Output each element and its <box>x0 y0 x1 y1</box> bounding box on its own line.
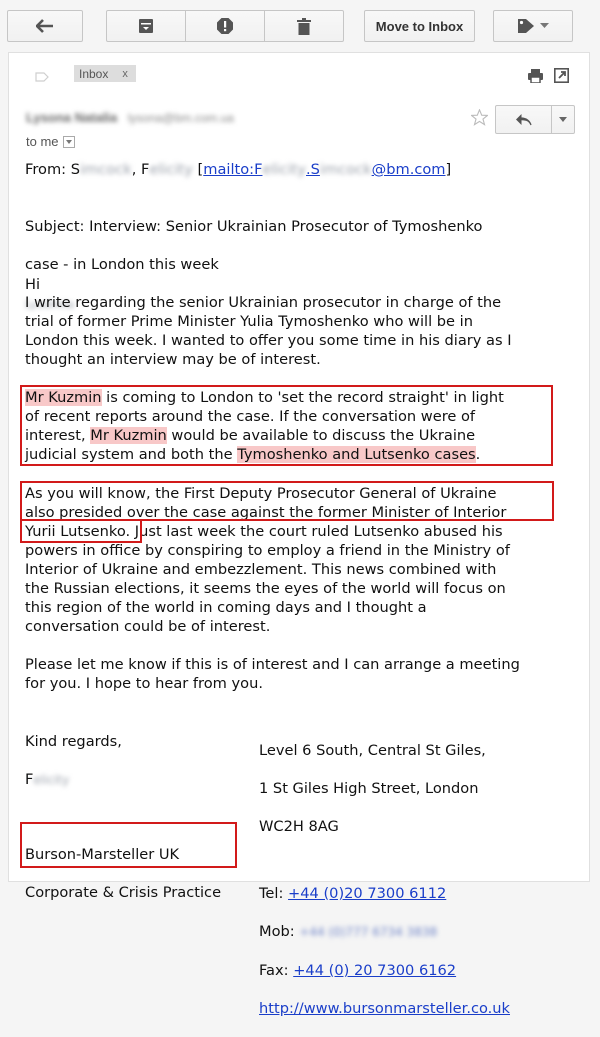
annotation-box-paragraph-3a <box>20 481 554 521</box>
sender-name[interactable]: Lysona Natalia <box>26 110 117 125</box>
tel-link[interactable]: +44 (0)20 7300 6112 <box>288 885 446 902</box>
address-line-1: Level 6 South, Central St Giles, <box>259 742 486 759</box>
print-icon <box>528 69 543 84</box>
reply-button[interactable] <box>495 105 552 134</box>
to-me-row: to me <box>26 134 75 149</box>
address-line-2: 1 St Giles High Street, London <box>259 780 479 797</box>
open-new-window-icon <box>554 68 569 83</box>
subject-line-1: Subject: Interview: Senior Ukrainian Pro… <box>25 218 483 235</box>
star-icon <box>470 108 489 126</box>
importance-icon <box>35 72 49 82</box>
redacted-mobile: +44 (0)777 6734 3838 <box>299 925 438 939</box>
forwarded-from-line: From: Simcock, Felicity [mailto:Felicity… <box>25 160 565 179</box>
archive-button[interactable] <box>106 10 186 42</box>
reply-icon <box>516 114 532 126</box>
annotation-box-paragraph-3b <box>20 519 142 543</box>
move-to-inbox-label: Move to Inbox <box>375 18 464 34</box>
labels-button[interactable] <box>493 10 573 42</box>
important-marker[interactable] <box>35 69 49 87</box>
company-line-2: Corporate & Crisis Practice <box>25 884 222 901</box>
address-block: Level 6 South, Central St Giles, 1 St Gi… <box>259 722 579 1037</box>
signature-initial: F <box>25 771 34 788</box>
chevron-down-icon <box>65 139 72 144</box>
redacted-signature: elicity <box>33 773 70 787</box>
inbox-label-text: Inbox <box>79 66 109 81</box>
back-arrow-icon <box>36 19 53 33</box>
trash-icon <box>297 17 311 35</box>
report-spam-icon <box>217 18 233 34</box>
body-paragraph-4: Please let me know if this is of interes… <box>25 656 520 692</box>
show-details-toggle[interactable] <box>62 135 75 148</box>
archive-icon <box>139 19 153 33</box>
fax-row: Fax: +44 (0) 20 7300 6162 <box>259 962 457 979</box>
more-actions-button[interactable] <box>551 105 575 134</box>
greeting-text: Hi <box>25 276 41 293</box>
delete-button[interactable] <box>264 10 344 42</box>
report-spam-button[interactable] <box>185 10 265 42</box>
from-text-mid: , F <box>131 161 150 178</box>
sender-email: lysona@bm.com.ua <box>127 111 234 125</box>
from-text: From: S <box>25 161 80 178</box>
closing: Kind regards, Felicity <box>25 713 225 809</box>
inbox-label-chip[interactable]: Inbox x <box>74 65 136 82</box>
sender-row: Lysona Natalia lysona@bm.com.ua <box>26 109 234 127</box>
star-button[interactable] <box>470 108 489 131</box>
mob-row: Mob: +44 (0)777 6734 3838 <box>259 923 438 940</box>
annotation-box-company <box>20 822 237 868</box>
bracket-close: ] <box>445 161 452 178</box>
chevron-down-icon <box>540 23 549 28</box>
label-tag-icon <box>518 19 534 33</box>
new-window-button[interactable] <box>554 68 569 88</box>
email-view: Move to Inbox Inbox x Lysona Natalia lys… <box>0 0 600 1017</box>
website-link[interactable]: http://www.bursonmarsteller.co.uk <box>259 1000 510 1017</box>
print-all-button[interactable] <box>528 69 543 88</box>
body-paragraph-1: I write regarding the senior Ukrainian p… <box>25 294 512 368</box>
redacted-firstname: elicity <box>149 161 193 178</box>
chevron-down-icon <box>559 117 567 122</box>
annotation-box-paragraph-2 <box>20 385 553 466</box>
move-to-inbox-button[interactable]: Move to Inbox <box>364 10 475 42</box>
mailto-link[interactable]: mailto:Felicity.Simcock@bm.com <box>203 161 445 178</box>
remove-label-x[interactable]: x <box>122 68 128 80</box>
back-button[interactable] <box>7 10 83 42</box>
fax-link[interactable]: +44 (0) 20 7300 6162 <box>293 962 456 979</box>
address-line-3: WC2H 8AG <box>259 818 339 835</box>
redacted-surname: imcock <box>79 161 132 178</box>
message-card: Inbox x Lysona Natalia lysona@bm.com.ua … <box>8 52 590 1017</box>
closing-text: Kind regards, <box>25 733 122 750</box>
to-me-label: to me <box>26 134 59 149</box>
